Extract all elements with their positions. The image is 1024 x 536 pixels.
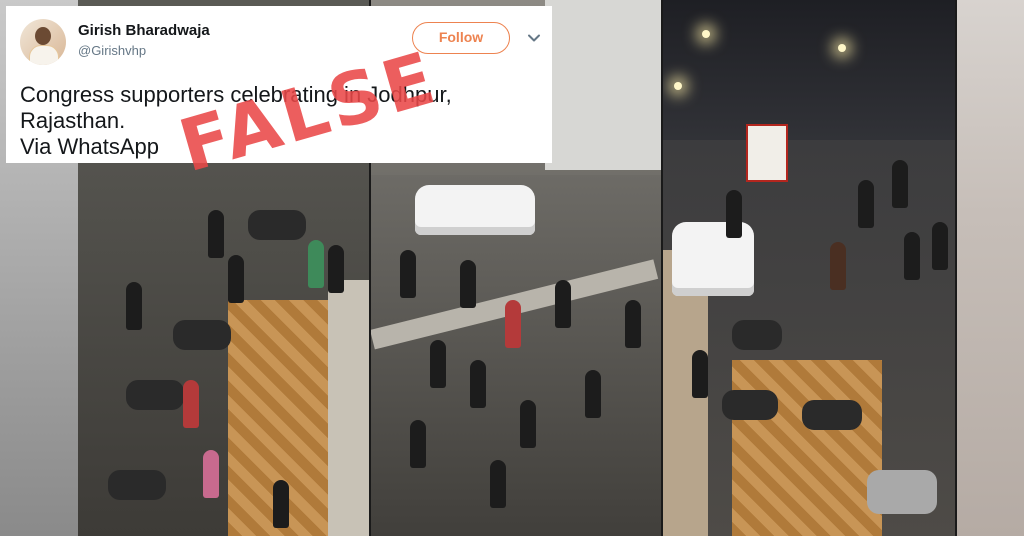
street-light (838, 44, 846, 52)
person (430, 340, 446, 388)
building (545, 0, 662, 170)
person (460, 260, 476, 308)
road-sign (746, 124, 788, 182)
person (904, 232, 920, 280)
person (585, 370, 601, 418)
railing (328, 280, 370, 536)
avatar[interactable] (20, 19, 66, 65)
motorbike (722, 390, 778, 420)
person (726, 190, 742, 238)
motorbike (248, 210, 306, 240)
person (470, 360, 486, 408)
person (208, 210, 224, 258)
person (328, 245, 344, 293)
author-handle[interactable]: @Girishvhp (78, 43, 146, 58)
person (273, 480, 289, 528)
person (892, 160, 908, 208)
person (410, 420, 426, 468)
motorbike (732, 320, 782, 350)
video-still-3 (662, 0, 956, 536)
chevron-down-icon[interactable] (526, 30, 542, 46)
avatar-body (29, 45, 59, 65)
avatar-head (35, 27, 51, 45)
scooter (867, 470, 937, 514)
street-light (702, 30, 710, 38)
person (505, 300, 521, 348)
person (126, 282, 142, 330)
person (400, 250, 416, 298)
panel-divider (661, 0, 663, 536)
person (183, 380, 199, 428)
person (203, 450, 219, 498)
person (520, 400, 536, 448)
person (308, 240, 324, 288)
person (228, 255, 244, 303)
scooter (126, 380, 184, 410)
person (490, 460, 506, 508)
scooter (173, 320, 231, 350)
person (858, 180, 874, 228)
person (932, 222, 948, 270)
author-name[interactable]: Girish Bharadwaja (78, 22, 210, 39)
panel-divider (955, 0, 957, 536)
person (555, 280, 571, 328)
sidewalk (732, 360, 882, 536)
street-light (674, 82, 682, 90)
motorbike (802, 400, 862, 430)
motorbike (108, 470, 166, 500)
side-blur-right (956, 0, 1024, 536)
car (415, 185, 535, 235)
person (692, 350, 708, 398)
person (625, 300, 641, 348)
person (830, 242, 846, 290)
